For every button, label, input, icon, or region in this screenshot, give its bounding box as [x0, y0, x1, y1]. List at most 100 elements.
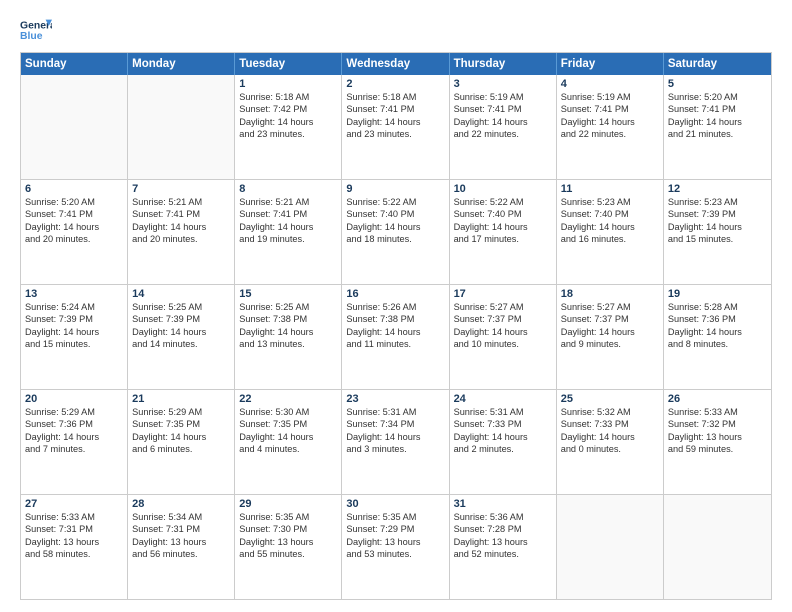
calendar-cell: 18Sunrise: 5:27 AMSunset: 7:37 PMDayligh…: [557, 285, 664, 389]
weekday-header-monday: Monday: [128, 53, 235, 75]
cell-info-line: Sunrise: 5:20 AM: [25, 196, 123, 208]
cell-info-line: Daylight: 14 hours: [132, 431, 230, 443]
day-number: 12: [668, 183, 767, 195]
cell-info-line: and 21 minutes.: [668, 128, 767, 140]
day-number: 6: [25, 183, 123, 195]
cell-info-line: and 23 minutes.: [239, 128, 337, 140]
weekday-header-tuesday: Tuesday: [235, 53, 342, 75]
cell-info-line: Sunrise: 5:22 AM: [454, 196, 552, 208]
cell-info-line: Daylight: 13 hours: [346, 536, 444, 548]
cell-info-line: Sunset: 7:39 PM: [25, 313, 123, 325]
weekday-header-saturday: Saturday: [664, 53, 771, 75]
day-number: 20: [25, 393, 123, 405]
cell-info-line: Sunset: 7:33 PM: [561, 418, 659, 430]
cell-info-line: Sunrise: 5:25 AM: [132, 301, 230, 313]
day-number: 26: [668, 393, 767, 405]
cell-info-line: Sunrise: 5:20 AM: [668, 91, 767, 103]
cell-info-line: Daylight: 14 hours: [346, 116, 444, 128]
cell-info-line: Sunrise: 5:19 AM: [454, 91, 552, 103]
cell-info-line: Sunset: 7:33 PM: [454, 418, 552, 430]
calendar-cell: 31Sunrise: 5:36 AMSunset: 7:28 PMDayligh…: [450, 495, 557, 599]
cell-info-line: Sunset: 7:37 PM: [454, 313, 552, 325]
cell-info-line: Sunset: 7:31 PM: [132, 523, 230, 535]
day-number: 19: [668, 288, 767, 300]
logo-icon: General Blue: [20, 16, 52, 44]
calendar-row-3: 13Sunrise: 5:24 AMSunset: 7:39 PMDayligh…: [21, 284, 771, 389]
cell-info-line: and 18 minutes.: [346, 233, 444, 245]
calendar: SundayMondayTuesdayWednesdayThursdayFrid…: [20, 52, 772, 600]
calendar-cell: 1Sunrise: 5:18 AMSunset: 7:42 PMDaylight…: [235, 75, 342, 179]
page-header: General Blue: [20, 16, 772, 44]
cell-info-line: Sunrise: 5:29 AM: [25, 406, 123, 418]
cell-info-line: Sunrise: 5:30 AM: [239, 406, 337, 418]
cell-info-line: Sunrise: 5:35 AM: [346, 511, 444, 523]
calendar-cell: [557, 495, 664, 599]
cell-info-line: Daylight: 13 hours: [454, 536, 552, 548]
calendar-cell: 7Sunrise: 5:21 AMSunset: 7:41 PMDaylight…: [128, 180, 235, 284]
calendar-cell: 2Sunrise: 5:18 AMSunset: 7:41 PMDaylight…: [342, 75, 449, 179]
cell-info-line: and 3 minutes.: [346, 443, 444, 455]
cell-info-line: Sunset: 7:38 PM: [239, 313, 337, 325]
calendar-cell: [664, 495, 771, 599]
cell-info-line: Sunset: 7:29 PM: [346, 523, 444, 535]
cell-info-line: Sunrise: 5:31 AM: [346, 406, 444, 418]
day-number: 28: [132, 498, 230, 510]
calendar-cell: 3Sunrise: 5:19 AMSunset: 7:41 PMDaylight…: [450, 75, 557, 179]
cell-info-line: Sunrise: 5:21 AM: [239, 196, 337, 208]
weekday-header-wednesday: Wednesday: [342, 53, 449, 75]
cell-info-line: and 4 minutes.: [239, 443, 337, 455]
cell-info-line: Sunset: 7:30 PM: [239, 523, 337, 535]
calendar-cell: 24Sunrise: 5:31 AMSunset: 7:33 PMDayligh…: [450, 390, 557, 494]
cell-info-line: Sunset: 7:40 PM: [346, 208, 444, 220]
cell-info-line: and 23 minutes.: [346, 128, 444, 140]
calendar-cell: 13Sunrise: 5:24 AMSunset: 7:39 PMDayligh…: [21, 285, 128, 389]
day-number: 25: [561, 393, 659, 405]
cell-info-line: and 8 minutes.: [668, 338, 767, 350]
cell-info-line: Sunrise: 5:31 AM: [454, 406, 552, 418]
calendar-header: SundayMondayTuesdayWednesdayThursdayFrid…: [21, 53, 771, 75]
cell-info-line: Daylight: 13 hours: [132, 536, 230, 548]
cell-info-line: Sunrise: 5:28 AM: [668, 301, 767, 313]
cell-info-line: Sunset: 7:35 PM: [132, 418, 230, 430]
cell-info-line: Sunrise: 5:18 AM: [239, 91, 337, 103]
cell-info-line: Daylight: 14 hours: [25, 326, 123, 338]
cell-info-line: Daylight: 14 hours: [668, 116, 767, 128]
cell-info-line: and 10 minutes.: [454, 338, 552, 350]
cell-info-line: Sunrise: 5:32 AM: [561, 406, 659, 418]
cell-info-line: Daylight: 14 hours: [668, 326, 767, 338]
day-number: 10: [454, 183, 552, 195]
cell-info-line: Daylight: 13 hours: [239, 536, 337, 548]
cell-info-line: Sunset: 7:37 PM: [561, 313, 659, 325]
cell-info-line: and 19 minutes.: [239, 233, 337, 245]
cell-info-line: Sunset: 7:40 PM: [454, 208, 552, 220]
cell-info-line: and 14 minutes.: [132, 338, 230, 350]
cell-info-line: Sunset: 7:40 PM: [561, 208, 659, 220]
cell-info-line: and 59 minutes.: [668, 443, 767, 455]
day-number: 29: [239, 498, 337, 510]
calendar-cell: 8Sunrise: 5:21 AMSunset: 7:41 PMDaylight…: [235, 180, 342, 284]
day-number: 23: [346, 393, 444, 405]
calendar-cell: 15Sunrise: 5:25 AMSunset: 7:38 PMDayligh…: [235, 285, 342, 389]
cell-info-line: Sunrise: 5:29 AM: [132, 406, 230, 418]
day-number: 9: [346, 183, 444, 195]
cell-info-line: Sunrise: 5:23 AM: [668, 196, 767, 208]
cell-info-line: Sunset: 7:41 PM: [239, 208, 337, 220]
cell-info-line: Sunset: 7:39 PM: [132, 313, 230, 325]
day-number: 2: [346, 78, 444, 90]
cell-info-line: Sunset: 7:42 PM: [239, 103, 337, 115]
day-number: 11: [561, 183, 659, 195]
day-number: 15: [239, 288, 337, 300]
cell-info-line: Daylight: 14 hours: [454, 326, 552, 338]
day-number: 4: [561, 78, 659, 90]
cell-info-line: Sunset: 7:41 PM: [561, 103, 659, 115]
cell-info-line: Daylight: 14 hours: [239, 116, 337, 128]
svg-text:Blue: Blue: [20, 31, 43, 42]
calendar-cell: 17Sunrise: 5:27 AMSunset: 7:37 PMDayligh…: [450, 285, 557, 389]
cell-info-line: Sunrise: 5:19 AM: [561, 91, 659, 103]
day-number: 5: [668, 78, 767, 90]
cell-info-line: Daylight: 14 hours: [561, 326, 659, 338]
calendar-cell: 22Sunrise: 5:30 AMSunset: 7:35 PMDayligh…: [235, 390, 342, 494]
cell-info-line: Sunset: 7:36 PM: [668, 313, 767, 325]
cell-info-line: and 0 minutes.: [561, 443, 659, 455]
day-number: 21: [132, 393, 230, 405]
